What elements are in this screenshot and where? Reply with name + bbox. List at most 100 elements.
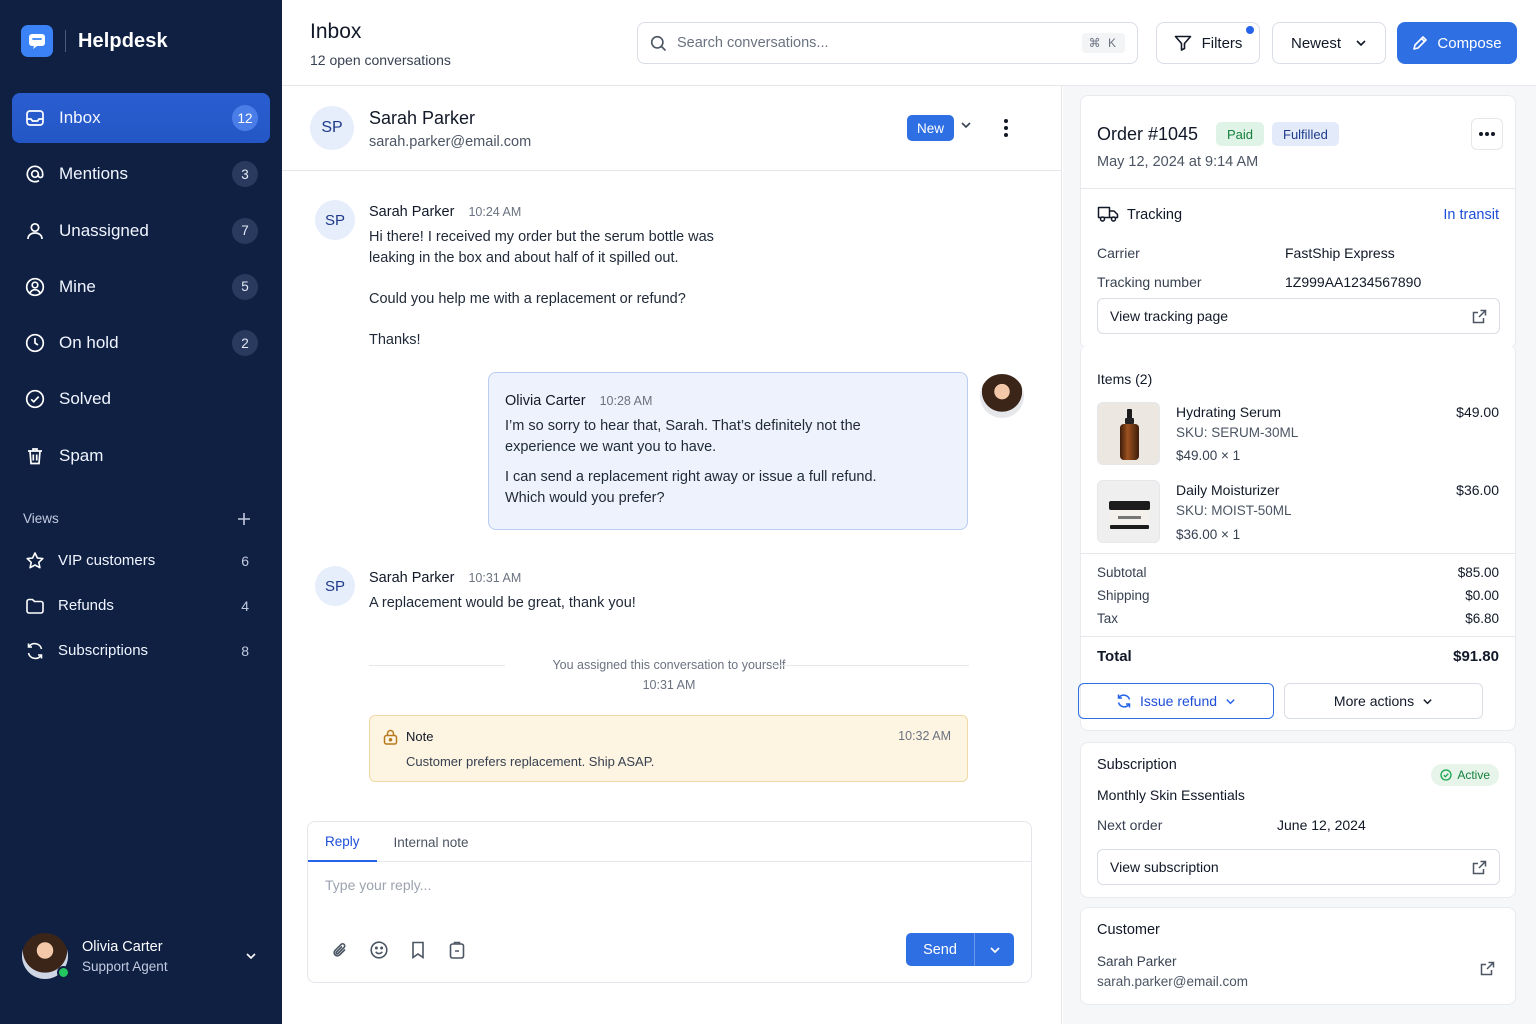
- product-name: Daily Moisturizer: [1176, 482, 1280, 498]
- sidebar-item-mine[interactable]: Mine 5: [12, 262, 270, 312]
- message-time: 10:28 AM: [599, 394, 653, 408]
- sidebar-item-label: Mine: [59, 276, 96, 296]
- message-line: experience we want you to have.: [505, 438, 717, 455]
- tracking-number-label: Tracking number: [1097, 274, 1202, 290]
- view-item-subscriptions[interactable]: Subscriptions 8: [12, 628, 270, 673]
- divider: [1081, 188, 1515, 189]
- product-sku: SKU: SERUM-30ML: [1176, 425, 1299, 440]
- fulfilled-badge: Fulfilled: [1272, 122, 1339, 146]
- message-line: Hi there! I received my order but the se…: [369, 229, 714, 245]
- view-item-refunds[interactable]: Refunds 4: [12, 583, 270, 628]
- paid-badge: Paid: [1216, 122, 1265, 146]
- compose-button[interactable]: Compose: [1397, 22, 1517, 64]
- message-time: 10:31 AM: [468, 571, 522, 585]
- add-view-plus-icon[interactable]: [237, 512, 251, 526]
- sidebar-item-mentions[interactable]: Mentions 3: [12, 149, 270, 199]
- sidebar-item-inbox[interactable]: Inbox 12: [12, 93, 270, 143]
- status-chevron-down-icon[interactable]: [960, 119, 972, 131]
- system-event-time: 10:31 AM: [642, 678, 696, 692]
- product-image-serum: [1097, 402, 1160, 465]
- chevron-down-icon: [1422, 696, 1433, 707]
- filters-button[interactable]: Filters: [1156, 22, 1260, 64]
- star-icon: [24, 550, 46, 572]
- status-badge[interactable]: New: [907, 115, 955, 141]
- more-vertical-icon[interactable]: [998, 117, 1014, 139]
- send-button[interactable]: Send: [906, 933, 974, 966]
- view-subscription-button[interactable]: View subscription: [1097, 849, 1500, 885]
- customer-details-panel: Order #1045 Paid Fulfilled May 12, 2024 …: [1063, 86, 1536, 1024]
- issue-refund-button[interactable]: Issue refund: [1078, 683, 1274, 719]
- message-author: Sarah Parker: [369, 204, 455, 220]
- external-link-icon: [1472, 860, 1487, 875]
- divider: [1081, 553, 1515, 554]
- trash-icon: [24, 445, 46, 467]
- subtotal-label: Subtotal: [1097, 565, 1147, 580]
- tab-reply[interactable]: Reply: [308, 822, 377, 862]
- reply-input[interactable]: [325, 877, 1005, 893]
- external-link-icon[interactable]: [1480, 961, 1495, 976]
- more-horizontal-icon[interactable]: [1471, 118, 1503, 150]
- sidebar-item-spam[interactable]: Spam: [12, 431, 270, 481]
- filter-icon: [1174, 35, 1192, 51]
- send-options-chevron-down-icon[interactable]: [974, 933, 1014, 966]
- product-name: Hydrating Serum: [1176, 404, 1282, 420]
- next-order-date: June 12, 2024: [1277, 817, 1366, 833]
- view-item-vip-customers[interactable]: VIP customers 6: [12, 538, 270, 583]
- shipping-label: Shipping: [1097, 588, 1150, 603]
- message-customer: Sarah Parker 10:24 AM Hi there! I receiv…: [369, 204, 789, 350]
- avatar-initials: SP: [315, 200, 355, 240]
- note-time: 10:32 AM: [898, 729, 951, 743]
- subtotal-value: $85.00: [1457, 565, 1499, 580]
- paperclip-icon[interactable]: [330, 940, 350, 960]
- customer-card: Customer Sarah Parker sarah.parker@email…: [1080, 907, 1516, 1005]
- pencil-icon: [1412, 35, 1428, 51]
- next-order-label: Next order: [1097, 817, 1163, 833]
- view-tracking-button[interactable]: View tracking page: [1097, 298, 1500, 334]
- sort-dropdown[interactable]: Newest: [1272, 22, 1386, 64]
- brand[interactable]: Helpdesk: [21, 25, 168, 57]
- message-customer: Sarah Parker 10:31 AM A replacement woul…: [369, 570, 789, 614]
- carrier-label: Carrier: [1097, 245, 1140, 261]
- tracking-number-value: 1Z999AA1234567890: [1285, 274, 1422, 290]
- search-input[interactable]: [677, 35, 1082, 51]
- sidebar-item-unassigned[interactable]: Unassigned 7: [12, 206, 270, 256]
- view-item-label: Refunds: [58, 597, 114, 614]
- clipboard-icon[interactable]: [447, 940, 467, 960]
- product-image-moisturizer: [1097, 480, 1160, 543]
- search-box[interactable]: ⌘ K: [637, 22, 1138, 64]
- customer-email: sarah.parker@email.com: [1097, 974, 1249, 989]
- sidebar-item-solved[interactable]: Solved: [12, 374, 270, 424]
- active-status-badge: Active: [1431, 764, 1499, 786]
- emoji-icon[interactable]: [369, 940, 389, 960]
- send-button-group: Send: [906, 933, 1014, 966]
- items-count: (2): [1135, 371, 1153, 387]
- product-price: $36.00: [1456, 482, 1499, 498]
- product-price: $49.00: [1456, 404, 1499, 420]
- note-text: Customer prefers replacement. Ship ASAP.: [406, 754, 655, 769]
- tracking-label: Tracking: [1127, 207, 1183, 223]
- sidebar-item-on-hold[interactable]: On hold 2: [12, 318, 270, 368]
- current-user[interactable]: Olivia Carter Support Agent: [22, 933, 258, 979]
- more-actions-button[interactable]: More actions: [1284, 683, 1483, 719]
- app-name: Helpdesk: [78, 29, 168, 52]
- tab-internal-note[interactable]: Internal note: [377, 822, 486, 862]
- product-quantity: $49.00 × 1: [1176, 448, 1241, 463]
- tracking-status: In transit: [1443, 207, 1499, 223]
- view-item-count: 6: [241, 552, 249, 569]
- message-line: I can send a replacement right away or i…: [505, 469, 877, 485]
- page-subtitle: 12 open conversations: [310, 52, 451, 68]
- message-agent: Olivia Carter 10:28 AM I’m so sorry to h…: [488, 372, 968, 530]
- customer-avatar: SP: [315, 200, 355, 240]
- search-icon: [650, 35, 667, 52]
- sidebar-item-label: Spam: [59, 445, 104, 465]
- chevron-down-icon[interactable]: [244, 949, 258, 963]
- message-author: Sarah Parker: [369, 570, 455, 586]
- sidebar-item-label: Inbox: [59, 108, 101, 127]
- divider: [1081, 636, 1515, 637]
- total-label: Total: [1097, 648, 1132, 665]
- sidebar-item-count: 12: [232, 105, 258, 131]
- bookmark-icon[interactable]: [408, 940, 428, 960]
- product-sku: SKU: MOIST-50ML: [1176, 503, 1292, 518]
- message-time: 10:24 AM: [468, 205, 522, 219]
- items-label: Items (2): [1097, 371, 1152, 387]
